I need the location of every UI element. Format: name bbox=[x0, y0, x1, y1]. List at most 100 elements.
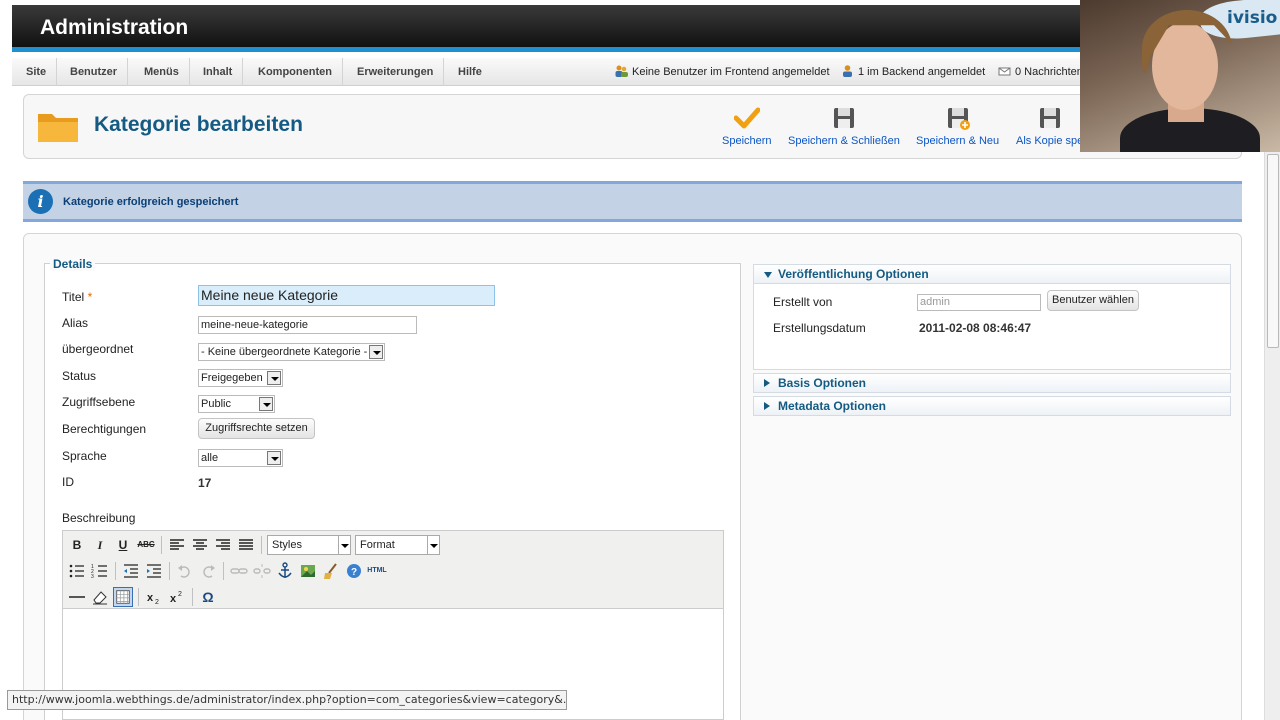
language-label: Sprache bbox=[62, 449, 107, 463]
align-center-icon[interactable] bbox=[190, 535, 210, 555]
access-select[interactable]: Public bbox=[198, 395, 275, 413]
svg-text:2: 2 bbox=[155, 599, 159, 606]
created-date-value: 2011-02-08 08:46:47 bbox=[919, 321, 1032, 335]
message-text: Kategorie erfolgreich gespeichert bbox=[63, 196, 239, 208]
parent-select[interactable]: - Keine übergeordnete Kategorie - bbox=[198, 343, 385, 361]
status-select[interactable]: Freigegeben bbox=[198, 369, 283, 387]
floppy-icon bbox=[833, 108, 854, 128]
select-user-button[interactable]: Benutzer wählen bbox=[1047, 290, 1139, 311]
save-button[interactable]: Speichern bbox=[722, 105, 772, 147]
toolbar-separator bbox=[115, 562, 116, 580]
language-select[interactable]: alle bbox=[198, 449, 283, 467]
styles-select-value: Styles bbox=[272, 539, 302, 551]
permissions-label: Berechtigungen bbox=[62, 422, 147, 436]
save-copy-button[interactable]: Als Kopie spe bbox=[1016, 105, 1083, 147]
status-messages-text: 0 Nachrichten bbox=[1015, 66, 1083, 78]
align-justify-icon[interactable] bbox=[236, 535, 256, 555]
chevron-down-icon bbox=[267, 371, 281, 385]
strikethrough-button[interactable]: ABC bbox=[136, 535, 156, 555]
menu-components[interactable]: Komponenten bbox=[248, 58, 343, 86]
toolbar-separator bbox=[261, 536, 262, 554]
menu-site[interactable]: Site bbox=[16, 58, 58, 86]
save-copy-button-label: Als Kopie spe bbox=[1016, 135, 1084, 147]
floppy-copy-icon bbox=[1039, 108, 1060, 128]
status-frontend: Keine Benutzer im Frontend angemeldet bbox=[615, 58, 830, 86]
scrollbar-thumb[interactable] bbox=[1267, 154, 1279, 348]
menu-users[interactable]: Benutzer bbox=[60, 58, 129, 86]
id-value: 17 bbox=[198, 476, 212, 490]
metadata-options-header[interactable]: Metadata Optionen bbox=[753, 396, 1231, 416]
align-left-icon[interactable] bbox=[167, 535, 187, 555]
menu-extensions[interactable]: Erweiterungen bbox=[347, 58, 445, 86]
svg-text:3: 3 bbox=[91, 574, 94, 580]
menu-help[interactable]: Hilfe bbox=[448, 58, 492, 86]
italic-button[interactable]: I bbox=[90, 535, 110, 555]
menu-menus[interactable]: Menüs bbox=[134, 58, 190, 86]
set-permissions-button[interactable]: Zugriffsrechte setzen bbox=[198, 418, 315, 439]
undo-icon[interactable] bbox=[175, 561, 195, 581]
status-select-value: Freigegeben bbox=[201, 372, 263, 384]
access-select-value: Public bbox=[201, 398, 231, 410]
bullet-list-icon[interactable] bbox=[67, 561, 87, 581]
table-icon[interactable] bbox=[113, 587, 133, 607]
toolbar-separator bbox=[169, 562, 170, 580]
page-title: Kategorie bearbeiten bbox=[94, 113, 303, 136]
subscript-icon[interactable]: x2 bbox=[144, 587, 164, 607]
parent-label: übergeordnet bbox=[62, 342, 134, 356]
horizontal-rule-icon[interactable] bbox=[67, 587, 87, 607]
toolbar-separator bbox=[223, 562, 224, 580]
title-input[interactable]: Meine neue Kategorie bbox=[198, 285, 495, 306]
html-source-button[interactable]: HTML bbox=[365, 561, 389, 581]
styles-select[interactable]: Styles bbox=[267, 535, 351, 555]
redo-icon[interactable] bbox=[198, 561, 218, 581]
superscript-icon[interactable]: x2 bbox=[167, 587, 187, 607]
title-label-text: Titel bbox=[62, 290, 85, 304]
publishing-options-body: Erstellt von admin Benutzer wählen Erste… bbox=[753, 284, 1231, 370]
users-icon bbox=[615, 65, 628, 77]
numbered-list-icon[interactable]: 123 bbox=[90, 561, 110, 581]
status-backend-text: 1 im Backend angemeldet bbox=[858, 66, 986, 78]
image-icon[interactable] bbox=[298, 561, 318, 581]
floppy-plus-icon bbox=[947, 108, 970, 130]
status-url-tooltip: http://www.joomla.webthings.de/administr… bbox=[7, 690, 567, 710]
alias-label: Alias bbox=[62, 316, 89, 330]
alias-input[interactable]: meine-neue-kategorie bbox=[198, 316, 417, 334]
indent-icon[interactable] bbox=[144, 561, 164, 581]
link-icon[interactable] bbox=[229, 561, 249, 581]
created-by-input[interactable]: admin bbox=[917, 294, 1041, 311]
publishing-options-header[interactable]: Veröffentlichung Optionen bbox=[753, 264, 1231, 284]
system-message: i Kategorie erfolgreich gespeichert bbox=[23, 181, 1242, 222]
eraser-icon[interactable] bbox=[90, 587, 110, 607]
save-close-button[interactable]: Speichern & Schließen bbox=[788, 105, 900, 147]
format-select[interactable]: Format bbox=[355, 535, 440, 555]
status-frontend-text: Keine Benutzer im Frontend angemeldet bbox=[632, 66, 830, 78]
details-legend: Details bbox=[50, 257, 96, 271]
triangle-down-icon bbox=[764, 272, 772, 278]
anchor-icon[interactable] bbox=[275, 561, 295, 581]
unlink-icon[interactable] bbox=[252, 561, 272, 581]
chevron-down-icon bbox=[259, 397, 273, 411]
toolbar-separator bbox=[161, 536, 162, 554]
outdent-icon[interactable] bbox=[121, 561, 141, 581]
user-icon bbox=[843, 65, 852, 77]
underline-button[interactable]: U bbox=[113, 535, 133, 555]
status-label: Status bbox=[62, 369, 97, 383]
chevron-down-icon bbox=[427, 536, 439, 554]
header-title: Administration bbox=[40, 16, 189, 39]
svg-text:x: x bbox=[170, 593, 177, 605]
language-select-value: alle bbox=[201, 452, 219, 464]
basic-options-header[interactable]: Basis Optionen bbox=[753, 373, 1231, 393]
page-scrollbar[interactable] bbox=[1264, 152, 1280, 720]
toolbar-box: Kategorie bearbeiten Speichern Speichern… bbox=[23, 94, 1242, 159]
align-right-icon[interactable] bbox=[213, 535, 233, 555]
help-icon[interactable]: ? bbox=[344, 561, 364, 581]
save-new-button[interactable]: Speichern & Neu bbox=[916, 105, 999, 147]
svg-text:?: ? bbox=[351, 567, 357, 578]
triangle-right-icon bbox=[764, 379, 770, 387]
menu-content[interactable]: Inhalt bbox=[193, 58, 244, 86]
bold-button[interactable]: B bbox=[67, 535, 87, 555]
cleanup-icon[interactable] bbox=[321, 561, 341, 581]
id-label: ID bbox=[62, 475, 74, 489]
special-char-button[interactable]: Ω bbox=[198, 587, 218, 607]
format-select-value: Format bbox=[360, 539, 395, 551]
